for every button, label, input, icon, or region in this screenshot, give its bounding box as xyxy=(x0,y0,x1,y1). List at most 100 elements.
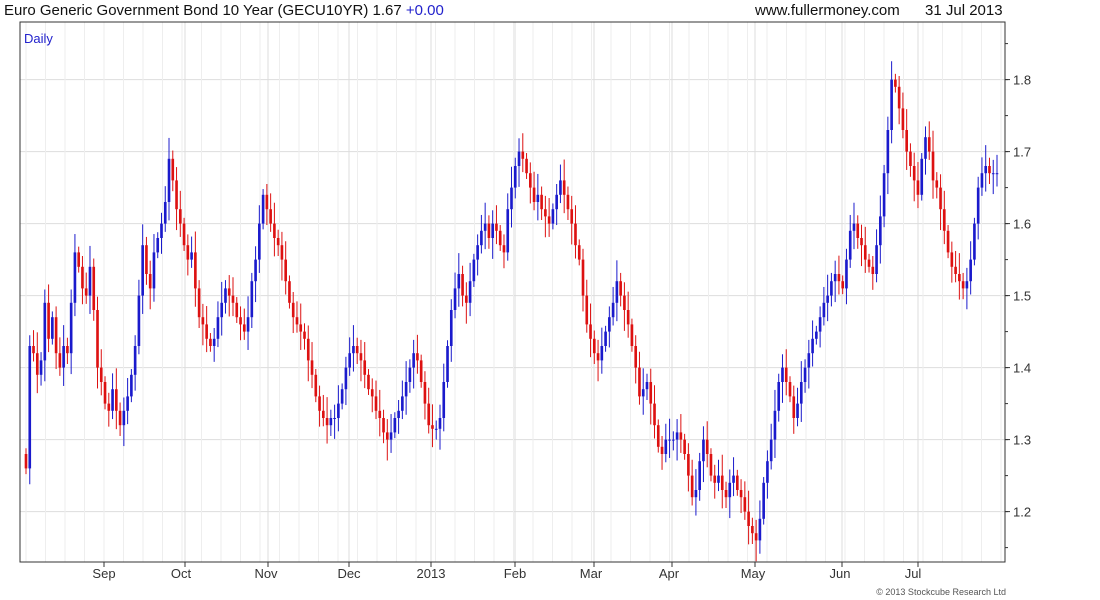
candle-body xyxy=(758,518,762,541)
candle-body xyxy=(137,295,141,346)
candle-body xyxy=(600,346,604,361)
candle-body xyxy=(182,223,186,246)
candle-body xyxy=(818,317,822,332)
candle-body xyxy=(201,317,205,325)
candle-body xyxy=(254,259,257,282)
candle-body xyxy=(389,432,393,440)
candle-body xyxy=(107,403,111,411)
candle-body xyxy=(991,173,995,175)
candle-body xyxy=(111,389,114,411)
candle-body xyxy=(197,288,201,318)
candle-body xyxy=(227,288,231,296)
candle-body xyxy=(209,338,212,346)
candle-body xyxy=(212,338,216,346)
candle-body xyxy=(419,360,423,382)
candle-body xyxy=(653,403,656,426)
candle-body xyxy=(927,137,931,152)
candle-body xyxy=(743,497,747,512)
candle-body xyxy=(811,338,814,354)
candle-body xyxy=(754,533,758,541)
candle-body xyxy=(935,180,939,188)
candle-body xyxy=(103,382,107,404)
candle-body xyxy=(220,302,224,318)
x-tick-label: Feb xyxy=(504,566,526,581)
candle-body xyxy=(510,187,513,210)
candle-body xyxy=(453,288,457,310)
candle-body xyxy=(242,324,246,332)
candle-body xyxy=(762,482,765,519)
candle-body xyxy=(258,223,261,260)
candle-body xyxy=(649,382,653,404)
y-axis: 1.2 1.3 1.4 1.5 1.6 1.7 1.8 xyxy=(1005,43,1031,549)
x-tick-label: Mar xyxy=(580,566,603,581)
candle-body xyxy=(920,158,924,195)
candle-body xyxy=(239,317,242,325)
candle-body xyxy=(728,482,732,498)
candle-body xyxy=(178,209,182,224)
candle-body xyxy=(570,209,574,224)
candle-body xyxy=(720,475,724,490)
candle-body xyxy=(284,259,288,282)
candle-body xyxy=(664,439,668,454)
candle-body xyxy=(796,403,799,418)
candle-body xyxy=(355,346,359,354)
candle-body xyxy=(833,274,837,282)
candle-body xyxy=(585,295,589,325)
candle-body xyxy=(581,259,585,296)
price-chart: 1.2 1.3 1.4 1.5 1.6 1.7 1.8 Sep Oct Nov Dec 2013 Fe… xyxy=(19,21,1031,581)
candle-body xyxy=(777,382,781,411)
candle-body xyxy=(942,209,946,231)
candle-body xyxy=(84,288,88,296)
x-axis: Sep Oct Nov Dec 2013 Feb Mar Apr May Jun Jul xyxy=(92,562,921,581)
candle-body xyxy=(562,180,566,195)
candle-body xyxy=(246,317,250,332)
candle-body xyxy=(28,346,32,469)
candle-body xyxy=(946,230,950,253)
candle-body xyxy=(224,288,227,303)
candle-body xyxy=(641,389,645,397)
candle-body xyxy=(416,353,419,361)
candle-body xyxy=(988,166,991,174)
candle-body xyxy=(544,209,547,217)
candle-body xyxy=(909,151,912,166)
candle-body xyxy=(863,245,867,260)
candle-body xyxy=(39,360,43,375)
candle-body xyxy=(370,389,374,397)
candle-body xyxy=(751,526,754,534)
candle-body xyxy=(122,410,126,426)
candle-body xyxy=(807,353,811,368)
candle-body xyxy=(152,252,156,289)
candle-body xyxy=(969,259,972,282)
candle-body xyxy=(442,382,446,418)
candle-body xyxy=(747,511,750,526)
candle-body xyxy=(656,425,660,447)
candle-body xyxy=(882,173,886,217)
candle-body xyxy=(194,252,197,289)
candle-body xyxy=(404,382,408,397)
candle-body xyxy=(879,216,882,246)
candle-body xyxy=(495,223,498,231)
candle-body xyxy=(35,353,39,375)
candle-body xyxy=(73,252,77,303)
candle-body xyxy=(525,158,528,174)
candle-body xyxy=(483,223,487,231)
candle-body xyxy=(845,259,848,289)
candle-body xyxy=(393,418,397,433)
candle-body xyxy=(344,367,348,390)
candle-body xyxy=(735,475,739,490)
candle-body xyxy=(43,302,47,361)
candle-body xyxy=(841,281,845,289)
candle-body xyxy=(216,317,220,339)
candle-body xyxy=(973,223,976,260)
candle-body xyxy=(491,223,494,238)
candle-body xyxy=(325,418,329,426)
x-tick-label: Apr xyxy=(659,566,680,581)
candle-body xyxy=(498,230,502,246)
candle-body xyxy=(141,245,144,296)
candle-body xyxy=(465,295,468,303)
candlestick-series xyxy=(24,61,999,562)
candle-body xyxy=(521,151,525,159)
candle-body xyxy=(359,353,363,361)
candle-body xyxy=(766,461,769,483)
candle-body xyxy=(235,302,239,318)
